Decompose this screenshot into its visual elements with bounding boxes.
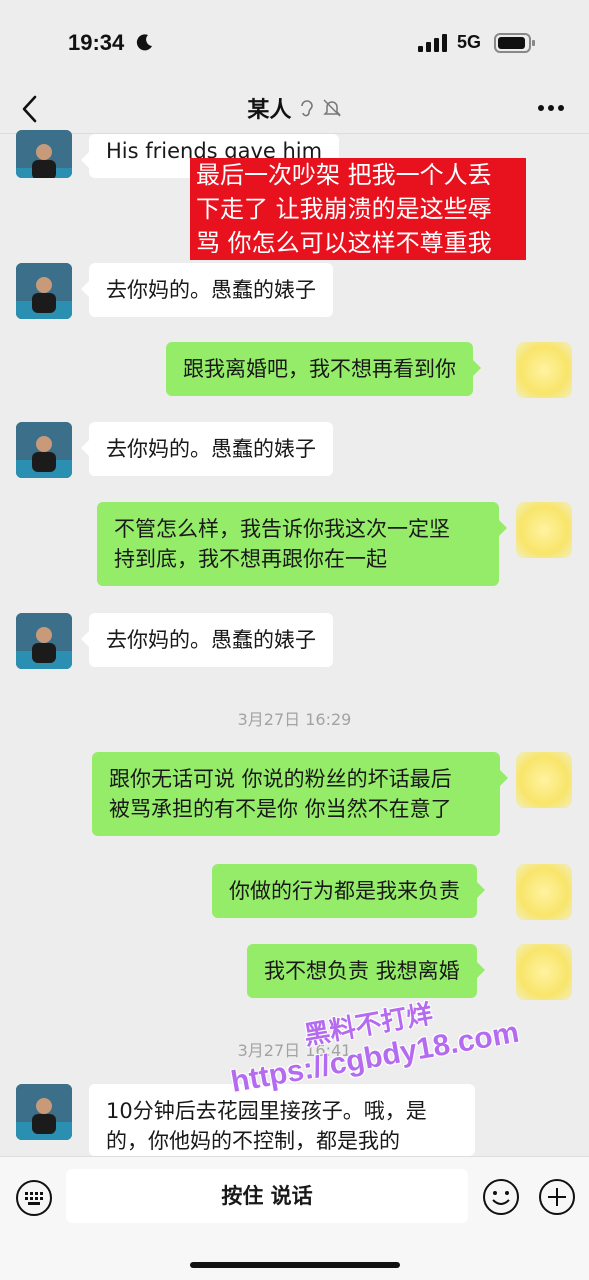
signal-icon bbox=[418, 34, 447, 52]
more-icon[interactable] bbox=[537, 104, 565, 112]
contact-avatar[interactable] bbox=[16, 263, 72, 319]
chat-header: 某人 bbox=[0, 84, 589, 134]
message-timestamp: 3月27日 16:41 bbox=[237, 1041, 352, 1060]
avatar-image bbox=[16, 422, 72, 478]
emoji-icon[interactable] bbox=[482, 1178, 520, 1216]
avatar-image bbox=[16, 1084, 72, 1140]
battery-icon bbox=[494, 33, 535, 53]
contact-avatar[interactable] bbox=[16, 130, 72, 178]
message-bubble-incoming[interactable]: 去你妈的。愚蠢的婊子 bbox=[81, 422, 333, 476]
self-avatar[interactable] bbox=[516, 502, 572, 558]
status-time: 19:34 bbox=[68, 30, 125, 55]
contact-avatar[interactable] bbox=[16, 1084, 72, 1140]
self-avatar[interactable] bbox=[516, 864, 572, 920]
message-bubble-outgoing[interactable]: 跟你无话可说 你说的粉丝的坏话最后 被骂承担的有不是你 你当然不在意了 bbox=[92, 752, 508, 836]
mute-icon bbox=[322, 99, 341, 117]
plus-icon[interactable] bbox=[538, 1178, 576, 1216]
title-group: 某人 bbox=[0, 92, 589, 124]
keyboard-icon[interactable] bbox=[15, 1179, 53, 1217]
network-type: 5G bbox=[457, 32, 482, 52]
contact-avatar[interactable] bbox=[16, 422, 72, 478]
avatar-image bbox=[16, 130, 72, 178]
message-bubble-outgoing[interactable]: 你做的行为都是我来负责 bbox=[212, 864, 485, 918]
ear-icon bbox=[300, 100, 313, 117]
message-bubble-outgoing[interactable]: 我不想负责 我想离婚 bbox=[247, 944, 485, 998]
message-bubble-incoming[interactable]: 10分钟后去花园里接孩子。哦，是 的，你他妈的不控制，都是我的 bbox=[89, 1084, 475, 1156]
self-avatar[interactable] bbox=[516, 944, 572, 1000]
avatar-image bbox=[16, 613, 72, 669]
message-bubble-outgoing[interactable]: 不管怎么样，我告诉你我这次一定坚 持到底，我不想再跟你在一起 bbox=[97, 502, 507, 586]
status-bar: 19:34 5G bbox=[0, 0, 589, 84]
avatar-image bbox=[16, 263, 72, 319]
message-bubble-incoming[interactable]: 去你妈的。愚蠢的婊子 bbox=[81, 613, 333, 667]
message-timestamp: 3月27日 16:29 bbox=[237, 710, 352, 729]
hold-to-talk-button[interactable]: 按住 说话 bbox=[66, 1169, 468, 1223]
message-bubble-outgoing[interactable]: 跟我离婚吧，我不想再看到你 bbox=[166, 342, 481, 396]
self-avatar[interactable] bbox=[516, 752, 572, 808]
moon-icon bbox=[136, 34, 152, 51]
message-bubble-incoming[interactable]: 去你妈的。愚蠢的婊子 bbox=[81, 263, 333, 317]
self-avatar[interactable] bbox=[516, 342, 572, 398]
contact-avatar[interactable] bbox=[16, 613, 72, 669]
red-caption-overlay: 最后一次吵架 把我一个人丢 下走了 让我崩溃的是这些辱 骂 你怎么可以这样不尊重… bbox=[190, 158, 526, 260]
home-indicator bbox=[190, 1262, 400, 1268]
chat-title: 某人 bbox=[247, 98, 292, 123]
